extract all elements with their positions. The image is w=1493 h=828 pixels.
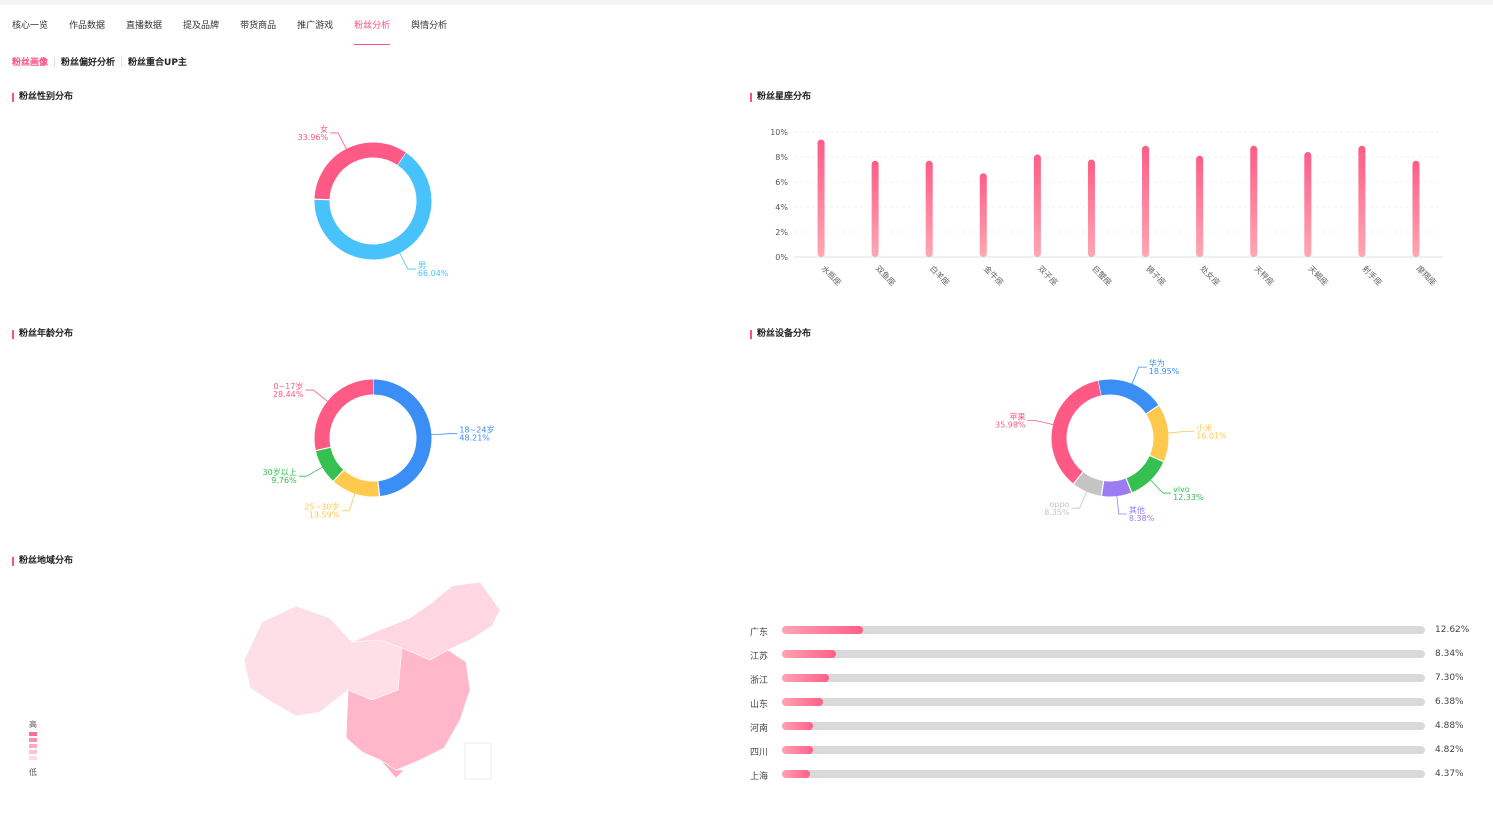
region-bar-fill: [782, 770, 811, 778]
region-name: 四川: [750, 748, 769, 758]
region-value: 6.38%: [1435, 697, 1464, 707]
region-bar-fill: [782, 746, 813, 754]
region-row[interactable]: 广东 12.62%: [750, 622, 1480, 646]
region-row[interactable]: 江苏 8.34%: [750, 646, 1480, 670]
map-legend-swatch: [29, 732, 37, 736]
region-name: 河南: [750, 724, 769, 734]
region-row[interactable]: 山东 6.38%: [750, 694, 1480, 718]
region-name: 江苏: [750, 652, 769, 662]
region-bar-fill: [782, 674, 829, 682]
region-row[interactable]: 四川 4.82%: [750, 742, 1480, 766]
region-name: 浙江: [750, 676, 769, 686]
region-bar-fill: [782, 626, 864, 634]
map-legend-swatch: [29, 756, 37, 760]
region-value: 12.62%: [1435, 625, 1470, 635]
region-bar-track: [782, 650, 1425, 658]
region-row[interactable]: 河南 4.88%: [750, 718, 1480, 742]
region-value: 8.34%: [1435, 649, 1464, 659]
map-legend-swatch: [29, 738, 37, 742]
region-bar-track: [782, 722, 1425, 730]
region-bar-track: [782, 626, 1425, 634]
map-legend-swatch: [29, 744, 37, 748]
region-name: 广东: [750, 628, 769, 638]
region-row[interactable]: 上海 4.37%: [750, 766, 1480, 790]
region-value: 7.30%: [1435, 673, 1464, 683]
map-legend-high: 高: [29, 720, 37, 729]
region-bar-track: [782, 770, 1425, 778]
region-bar-fill: [782, 698, 824, 706]
region-value: 4.88%: [1435, 721, 1464, 731]
region-bar-track: [782, 746, 1425, 754]
region-bar-fill: [782, 650, 836, 658]
map-south-sea-inset: [464, 742, 492, 780]
region-row[interactable]: 浙江 7.30%: [750, 670, 1480, 694]
region-bar-track: [782, 674, 1425, 682]
region-name: 山东: [750, 700, 769, 710]
region-bar-track: [782, 698, 1425, 706]
region-name: 上海: [750, 772, 769, 782]
region-ranking-list: 广东 12.62% 江苏 8.34% 浙江 7.30% 山东 6.38% 河南 4.88% 四川 4.…: [750, 622, 1480, 790]
map-legend-low: 低: [29, 768, 37, 777]
region-value: 4.37%: [1435, 769, 1464, 779]
region-bar-fill: [782, 722, 814, 730]
region-value: 4.82%: [1435, 745, 1464, 755]
map-legend-swatch: [29, 750, 37, 754]
